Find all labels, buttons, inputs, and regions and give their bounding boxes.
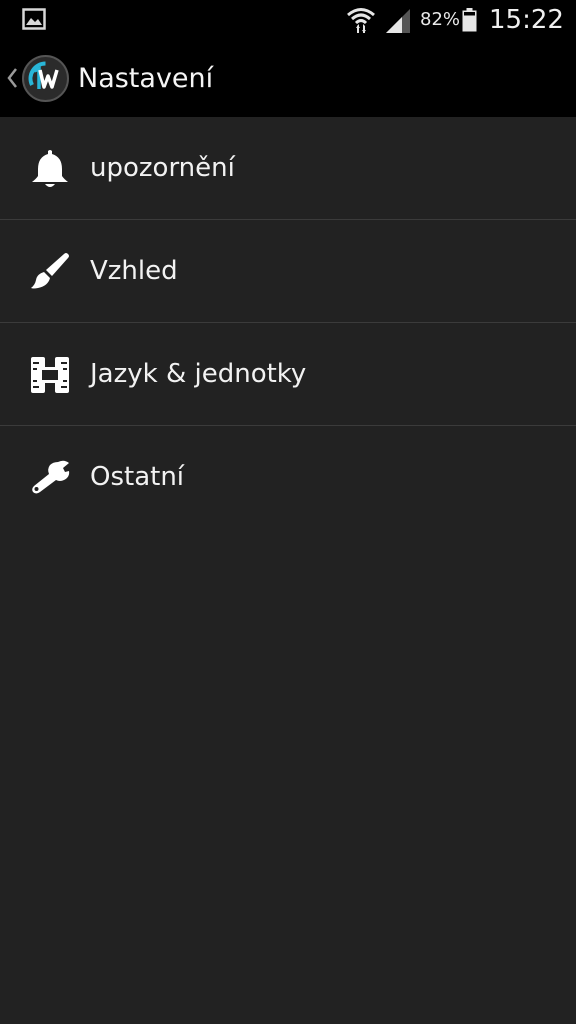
settings-item-appearance[interactable]: Vzhled — [0, 220, 576, 323]
status-clock: 15:22 — [489, 5, 564, 35]
units-icon — [31, 357, 69, 393]
settings-item-language-units[interactable]: Jazyk & jednotky — [0, 323, 576, 426]
chevron-left-icon — [7, 68, 17, 88]
action-bar: Nastavení — [0, 40, 576, 117]
wifi-icon — [347, 8, 375, 33]
gallery-icon — [22, 8, 46, 30]
settings-item-notifications[interactable]: upozornění — [0, 117, 576, 220]
signal-icon — [386, 9, 410, 33]
settings-item-label: Ostatní — [90, 462, 185, 492]
bell-icon — [32, 150, 68, 187]
brush-icon — [31, 253, 69, 289]
status-bar: 82% 15:22 — [0, 0, 576, 40]
back-button[interactable] — [0, 40, 72, 117]
settings-item-label: Vzhled — [90, 256, 178, 286]
settings-item-label: upozornění — [90, 153, 235, 183]
battery-icon — [462, 8, 477, 32]
battery-percent: 82% — [420, 9, 461, 30]
wrench-icon — [32, 460, 70, 494]
app-logo-icon — [22, 55, 69, 102]
page-title: Nastavení — [78, 63, 214, 94]
settings-list: upozornění Vzhled Jazyk & jednotky Ostat… — [0, 117, 576, 529]
settings-item-other[interactable]: Ostatní — [0, 426, 576, 529]
settings-item-label: Jazyk & jednotky — [90, 359, 307, 389]
